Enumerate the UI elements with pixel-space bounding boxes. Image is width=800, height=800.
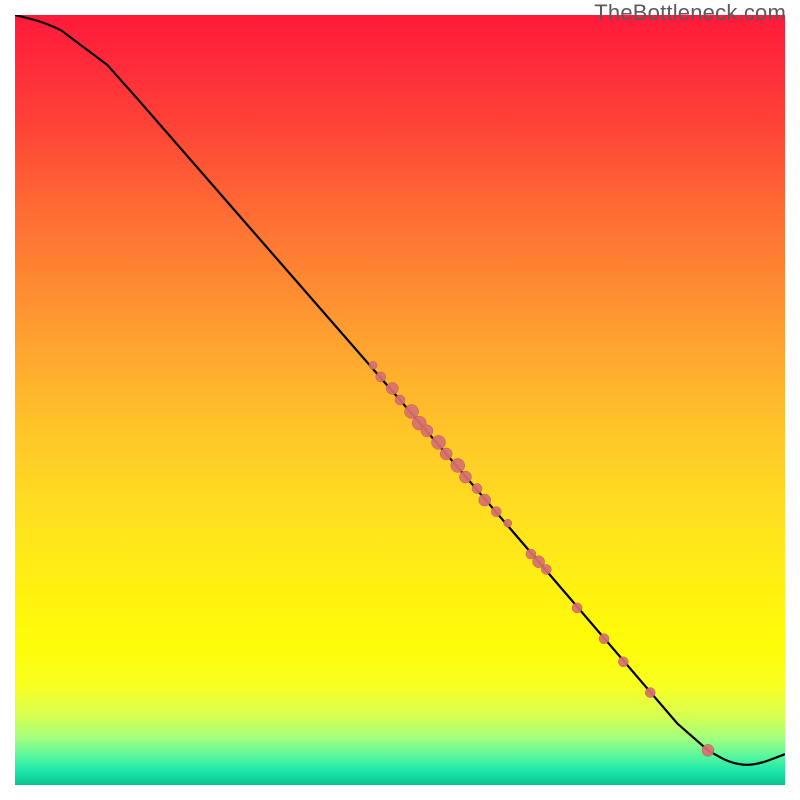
data-point	[618, 657, 628, 667]
data-point	[432, 435, 446, 449]
data-point	[369, 361, 377, 369]
data-point	[479, 494, 491, 506]
data-point	[451, 458, 465, 472]
data-point	[504, 519, 512, 527]
line-curve	[15, 15, 785, 765]
data-point	[440, 448, 452, 460]
plot-area	[15, 15, 785, 785]
data-point	[645, 688, 655, 698]
data-point	[421, 425, 433, 437]
chart-container: TheBottleneck.com	[0, 0, 800, 800]
chart-svg	[15, 15, 785, 785]
data-point	[376, 372, 386, 382]
data-point	[459, 471, 471, 483]
data-point	[572, 603, 582, 613]
scatter-points	[369, 361, 714, 756]
data-point	[541, 564, 551, 574]
bottleneck-curve	[15, 15, 785, 765]
data-point	[599, 634, 609, 644]
data-point	[395, 395, 405, 405]
data-point	[491, 507, 501, 517]
data-point	[702, 744, 714, 756]
attribution-label: TheBottleneck.com	[594, 0, 786, 26]
data-point	[386, 382, 398, 394]
data-point	[472, 484, 482, 494]
